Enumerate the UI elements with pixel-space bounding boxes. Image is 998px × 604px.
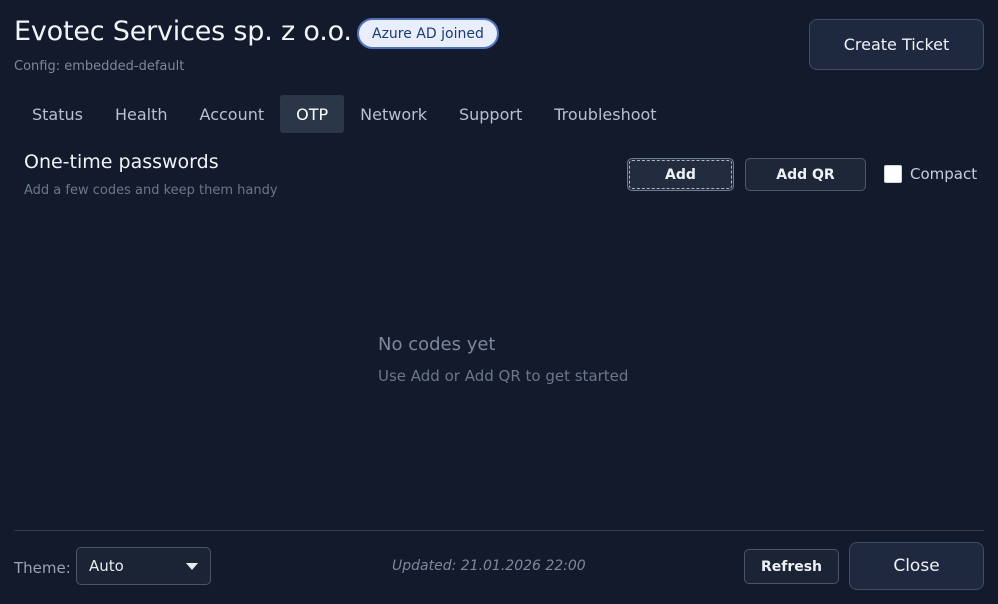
tab-health[interactable]: Health: [99, 95, 184, 133]
empty-state-title: No codes yet: [378, 334, 496, 355]
chevron-down-icon: [186, 562, 198, 570]
tab-otp[interactable]: OTP: [280, 95, 345, 133]
tab-bar: Status Health Account OTP Network Suppor…: [16, 95, 673, 133]
tab-troubleshoot[interactable]: Troubleshoot: [538, 95, 672, 133]
section-title: One-time passwords: [24, 151, 219, 173]
theme-select[interactable]: Auto: [76, 547, 211, 585]
refresh-button[interactable]: Refresh: [744, 549, 839, 584]
tab-network[interactable]: Network: [344, 95, 443, 133]
footer-divider: [14, 530, 984, 531]
compact-label: Compact: [910, 165, 978, 183]
add-qr-button[interactable]: Add QR: [745, 158, 866, 191]
app-window: Evotec Services sp. z o.o. Azure AD join…: [0, 0, 998, 604]
updated-timestamp: Updated: 21.01.2026 22:00: [392, 558, 586, 574]
org-title: Evotec Services sp. z o.o.: [14, 16, 352, 47]
tab-status[interactable]: Status: [16, 95, 99, 133]
tab-account[interactable]: Account: [184, 95, 281, 133]
theme-label: Theme:: [14, 559, 71, 577]
section-subtitle: Add a few codes and keep them handy: [24, 183, 278, 198]
theme-value: Auto: [89, 557, 124, 575]
config-label: Config: embedded-default: [14, 59, 185, 74]
close-button[interactable]: Close: [849, 542, 984, 590]
compact-checkbox[interactable]: [884, 165, 902, 183]
empty-state-subtitle: Use Add or Add QR to get started: [378, 367, 629, 385]
create-ticket-button[interactable]: Create Ticket: [809, 19, 984, 70]
compact-toggle[interactable]: Compact: [884, 165, 977, 183]
tab-support[interactable]: Support: [443, 95, 538, 133]
add-button[interactable]: Add: [627, 158, 734, 191]
status-badge: Azure AD joined: [357, 18, 499, 49]
